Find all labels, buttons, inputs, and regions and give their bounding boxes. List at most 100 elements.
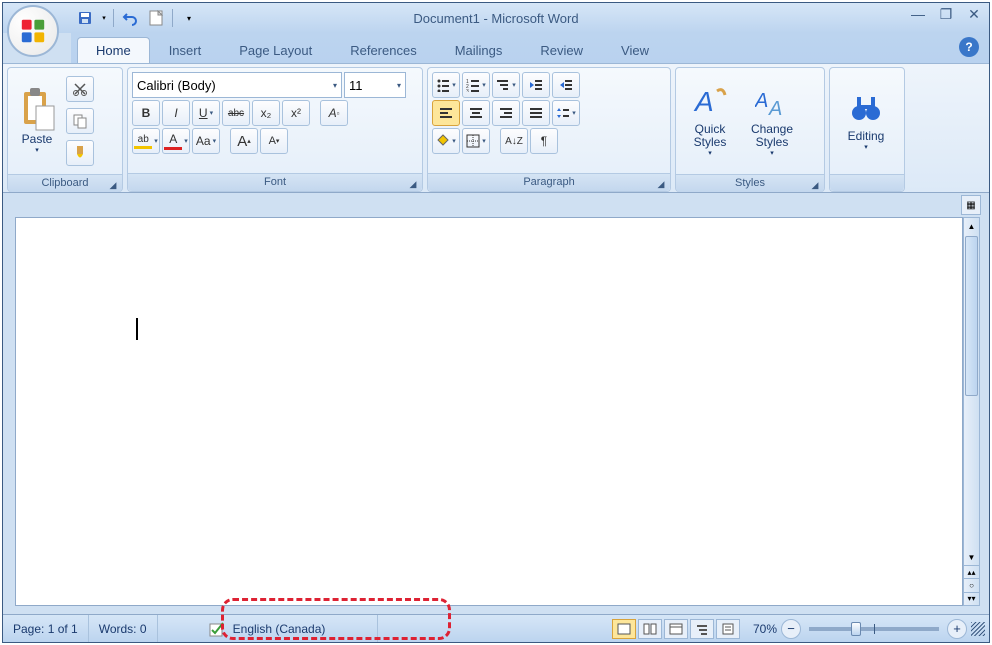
font-launcher[interactable]: ◢ — [407, 176, 419, 188]
sort-button[interactable]: A↓Z — [500, 128, 528, 154]
zoom-slider[interactable] — [809, 627, 939, 631]
view-outline[interactable] — [690, 619, 714, 639]
group-font: Calibri (Body)▾ 11▾ B I U abc x₂ x² A▫ a… — [127, 67, 423, 192]
close-button[interactable]: ✕ — [963, 5, 985, 23]
ribbon: Paste ▾ Clipboard◢ Calibri (Body)▾ 11▾ — [3, 63, 989, 193]
scroll-thumb[interactable] — [965, 236, 978, 396]
align-right-icon — [499, 106, 513, 120]
qat-customize[interactable]: ▾ — [177, 7, 201, 29]
zoom-out-button[interactable]: − — [781, 619, 801, 639]
bullets-button[interactable] — [432, 72, 460, 98]
tab-insert[interactable]: Insert — [150, 37, 221, 63]
font-family-combo[interactable]: Calibri (Body)▾ — [132, 72, 342, 98]
italic-button[interactable]: I — [162, 100, 190, 126]
copy-button[interactable] — [66, 108, 94, 134]
shading-button[interactable] — [432, 128, 460, 154]
strike-button[interactable]: abc — [222, 100, 250, 126]
resize-grip[interactable] — [971, 622, 985, 636]
bullets-icon — [436, 78, 450, 92]
next-page-button[interactable]: ▾▾ — [964, 592, 979, 605]
superscript-button[interactable]: x² — [282, 100, 310, 126]
cut-button[interactable] — [66, 76, 94, 102]
align-left-button[interactable] — [432, 100, 460, 126]
quick-styles-icon: A — [693, 85, 727, 119]
subscript-button[interactable]: x₂ — [252, 100, 280, 126]
zoom-level[interactable]: 70% — [753, 622, 777, 636]
view-full-screen[interactable] — [638, 619, 662, 639]
select-browse-button[interactable]: ○ — [964, 578, 979, 591]
underline-button[interactable]: U — [192, 100, 220, 126]
binoculars-icon — [849, 91, 883, 125]
grow-font-button[interactable]: A▴ — [230, 128, 258, 154]
minimize-button[interactable]: — — [907, 5, 929, 23]
clipboard-launcher[interactable]: ◢ — [107, 177, 119, 189]
scissors-icon — [72, 81, 88, 97]
view-web-layout[interactable] — [664, 619, 688, 639]
view-draft[interactable] — [716, 619, 740, 639]
svg-text:A: A — [768, 98, 782, 119]
format-painter-button[interactable] — [66, 140, 94, 166]
line-spacing-button[interactable] — [552, 100, 580, 126]
bold-button[interactable]: B — [132, 100, 160, 126]
qat-new[interactable] — [144, 7, 168, 29]
zoom-in-button[interactable]: + — [947, 619, 967, 639]
status-words[interactable]: Words: 0 — [89, 615, 158, 642]
qat-separator — [113, 9, 114, 27]
shading-icon — [436, 134, 450, 148]
prev-page-button[interactable]: ▴▴ — [964, 565, 979, 578]
qat-save[interactable] — [73, 7, 97, 29]
paste-label: Paste — [22, 132, 53, 146]
change-styles-button[interactable]: AA Change Styles▾ — [741, 71, 803, 171]
font-color-button[interactable]: A — [162, 128, 190, 154]
align-center-button[interactable] — [462, 100, 490, 126]
view-print-layout[interactable] — [612, 619, 636, 639]
numbering-icon: 123 — [466, 78, 480, 92]
text-cursor — [136, 318, 138, 340]
vertical-scrollbar[interactable]: ▲ ▼ ▴▴ ○ ▾▾ — [963, 217, 980, 606]
tab-view[interactable]: View — [602, 37, 668, 63]
qat-separator — [172, 9, 173, 27]
group-font-label: Font◢ — [128, 173, 422, 191]
styles-launcher[interactable]: ◢ — [809, 177, 821, 189]
highlight-button[interactable]: ab — [132, 128, 160, 154]
group-clipboard-label: Clipboard◢ — [8, 174, 122, 192]
multilevel-button[interactable] — [492, 72, 520, 98]
tab-home[interactable]: Home — [77, 37, 150, 63]
quick-access-toolbar: ▾ ▾ — [73, 7, 201, 29]
help-button[interactable]: ? — [959, 37, 979, 57]
paste-button[interactable]: Paste ▾ — [11, 71, 63, 171]
tab-mailings[interactable]: Mailings — [436, 37, 522, 63]
status-language[interactable]: English (Canada) — [158, 615, 378, 642]
borders-button[interactable] — [462, 128, 490, 154]
paragraph-launcher[interactable]: ◢ — [655, 176, 667, 188]
multilevel-icon — [496, 78, 510, 92]
titlebar: ▾ ▾ Document1 - Microsoft Word — ❐ ✕ — [3, 3, 989, 33]
align-right-button[interactable] — [492, 100, 520, 126]
clear-format-button[interactable]: A▫ — [320, 100, 348, 126]
scroll-down-button[interactable]: ▼ — [964, 549, 979, 565]
tab-review[interactable]: Review — [521, 37, 602, 63]
restore-button[interactable]: ❐ — [935, 5, 957, 23]
tab-references[interactable]: References — [331, 37, 435, 63]
shrink-font-button[interactable]: A▾ — [260, 128, 288, 154]
dec-indent-button[interactable] — [522, 72, 550, 98]
qat-save-dropdown[interactable]: ▾ — [99, 7, 109, 29]
inc-indent-button[interactable] — [552, 72, 580, 98]
quick-styles-button[interactable]: A Quick Styles▾ — [679, 71, 741, 171]
justify-button[interactable] — [522, 100, 550, 126]
group-editing-label — [830, 174, 904, 191]
document-canvas[interactable] — [15, 217, 963, 606]
zoom-knob[interactable] — [851, 622, 861, 636]
full-screen-icon — [643, 623, 657, 635]
change-case-button[interactable]: Aa — [192, 128, 220, 154]
font-size-combo[interactable]: 11▾ — [344, 72, 406, 98]
numbering-button[interactable]: 123 — [462, 72, 490, 98]
ruler-toggle[interactable]: ▦ — [961, 195, 981, 215]
status-page[interactable]: Page: 1 of 1 — [3, 615, 89, 642]
scroll-up-button[interactable]: ▲ — [964, 218, 979, 234]
qat-undo[interactable] — [118, 7, 142, 29]
tab-page-layout[interactable]: Page Layout — [220, 37, 331, 63]
editing-button[interactable]: Editing▾ — [833, 71, 899, 171]
pilcrow-button[interactable]: ¶ — [530, 128, 558, 154]
office-button[interactable] — [7, 5, 59, 57]
